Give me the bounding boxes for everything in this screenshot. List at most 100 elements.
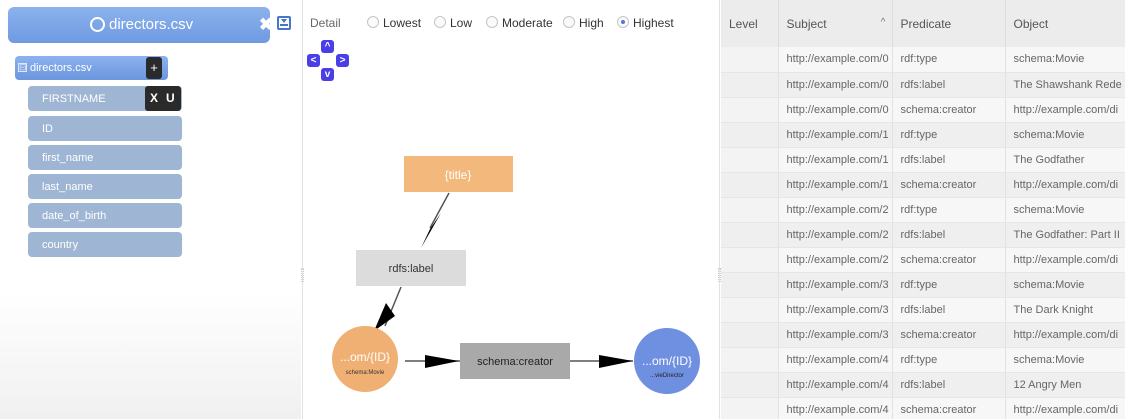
subject-node-type: schema:Movie [346, 370, 385, 376]
object-node-type: ...vieDirector [650, 373, 684, 379]
level-cell [721, 297, 779, 323]
table-row[interactable]: http://example.com/0 rdfs:label The Shawsh… [721, 72, 1125, 98]
object-cell: The Godfather [1005, 147, 1125, 173]
edge-arrowhead [425, 355, 459, 368]
predicate-cell: rdfs:label [892, 222, 1006, 248]
column-header-object[interactable]: Object [1005, 0, 1125, 47]
object-cell: schema:Movie [1005, 347, 1125, 373]
level-cell [721, 197, 779, 223]
column-header-subject[interactable]: Subject ^ [778, 0, 893, 47]
subject-cell: http://example.com/2 [778, 197, 893, 223]
object-cell: The Shawshank Rede [1005, 72, 1125, 98]
level-cell [721, 72, 779, 98]
table-body: http://example.com/0 rdf:type schema:Movie… [721, 47, 1125, 419]
source-label: directors.csv [30, 62, 92, 74]
field-controls: X U [145, 86, 181, 111]
predicate-cell: rdfs:label [892, 297, 1006, 323]
table-row[interactable]: http://example.com/1 schema:creator http:/… [721, 172, 1125, 198]
level-cell [721, 272, 779, 298]
predicate-cell: rdf:type [892, 122, 1006, 148]
table-row[interactable]: http://example.com/3 rdf:type schema:Movie [721, 272, 1125, 298]
table-row[interactable]: http://example.com/2 schema:creator http:/… [721, 247, 1125, 273]
dropdown-menu-icon[interactable] [277, 16, 291, 30]
predicate-cell: schema:creator [892, 322, 1006, 348]
level-cell [721, 222, 779, 248]
level-cell [721, 147, 779, 173]
predicate-cell: rdf:type [892, 197, 1006, 223]
object-node-label: ...om/{ID} [642, 354, 692, 368]
field-label: ID [42, 123, 53, 135]
edge-arrowhead [421, 213, 441, 248]
field-item[interactable]: ID [28, 116, 182, 141]
table-row[interactable]: http://example.com/4 rdfs:label 12 Angry M… [721, 372, 1125, 398]
table-row[interactable]: http://example.com/0 schema:creator http:/… [721, 97, 1125, 123]
object-cell: schema:Movie [1005, 47, 1125, 73]
object-cell: The Godfather: Part II [1005, 222, 1125, 248]
field-item[interactable]: date_of_birth [28, 203, 182, 228]
object-node[interactable]: ...om/{ID} ...vieDirector [634, 328, 700, 394]
subject-cell: http://example.com/1 [778, 172, 893, 198]
table-row[interactable]: http://example.com/4 rdf:type schema:Movie [721, 347, 1125, 373]
field-item[interactable]: country [28, 232, 182, 257]
table-row[interactable]: http://example.com/4 schema:creator http:/… [721, 397, 1125, 419]
level-cell [721, 172, 779, 198]
subject-cell: http://example.com/4 [778, 372, 893, 398]
level-cell [721, 322, 779, 348]
predicate-cell: rdf:type [892, 347, 1006, 373]
predicate-cell: rdfs:label [892, 147, 1006, 173]
column-header-predicate[interactable]: Predicate [892, 0, 1006, 47]
collapse-icon[interactable]: ⊟ [18, 63, 27, 72]
level-cell [721, 347, 779, 373]
close-icon[interactable]: ✖ [259, 16, 273, 33]
subject-node-label: ...om/{ID} [340, 350, 390, 364]
triples-table: Level Subject ^ Predicate Object http://e… [721, 0, 1125, 419]
level-cell [721, 372, 779, 398]
field-item[interactable]: last_name [28, 174, 182, 199]
triples-panel: Level Subject ^ Predicate Object http://e… [721, 0, 1125, 419]
object-cell: schema:Movie [1005, 197, 1125, 223]
subject-cell: http://example.com/4 [778, 397, 893, 419]
column-header-label: Subject [786, 16, 827, 31]
graph-panel: Detail Lowest Low Moderate High Highest … [302, 0, 720, 419]
object-cell: 12 Angry Men [1005, 372, 1125, 398]
table-row[interactable]: http://example.com/1 rdf:type schema:Movie [721, 122, 1125, 148]
predicate-cell: schema:creator [892, 247, 1006, 273]
predicate-box-label: schema:creator [477, 356, 553, 368]
add-field-button[interactable]: + [146, 57, 162, 79]
table-header-row: Level Subject ^ Predicate Object [721, 0, 1125, 47]
level-cell [721, 47, 779, 73]
table-row[interactable]: http://example.com/3 schema:creator http:/… [721, 322, 1125, 348]
predicate-box-label: rdfs:label [389, 263, 434, 275]
predicate-cell: schema:creator [892, 97, 1006, 123]
table-row[interactable]: http://example.com/0 rdf:type schema:Movie [721, 47, 1125, 73]
subject-cell: http://example.com/0 [778, 97, 893, 123]
unmap-field-button[interactable]: U [166, 91, 175, 105]
table-row[interactable]: http://example.com/1 rdfs:label The Godfat… [721, 147, 1125, 173]
predicate-cell: schema:creator [892, 397, 1006, 419]
field-item[interactable]: first_name [28, 145, 182, 170]
table-row[interactable]: http://example.com/2 rdf:type schema:Movie [721, 197, 1125, 223]
column-header-level[interactable]: Level [721, 0, 779, 47]
predicate-node-label[interactable]: rdfs:label [356, 250, 466, 286]
table-row[interactable]: http://example.com/2 rdfs:label The Godfat… [721, 222, 1125, 248]
title-node[interactable]: {title} [404, 156, 513, 192]
table-row[interactable]: http://example.com/3 rdfs:label The Dark K… [721, 297, 1125, 323]
field-label: FIRSTNAME [42, 93, 106, 105]
subject-cell: http://example.com/0 [778, 72, 893, 98]
object-cell: schema:Movie [1005, 272, 1125, 298]
level-cell [721, 122, 779, 148]
sort-ascending-icon[interactable]: ^ [881, 17, 886, 28]
level-cell [721, 397, 779, 419]
file-header[interactable]: directors.csv ✖ [8, 7, 273, 43]
predicate-cell: rdf:type [892, 47, 1006, 73]
subject-node[interactable]: ...om/{ID} schema:Movie [332, 326, 398, 392]
predicate-node-creator[interactable]: schema:creator [460, 343, 570, 379]
left-splitter-handle[interactable] [301, 268, 304, 282]
source-panel: directors.csv ✖ ⊟ directors.csv + FIRSTN… [0, 0, 301, 419]
subject-cell: http://example.com/4 [778, 347, 893, 373]
object-cell: The Dark Knight [1005, 297, 1125, 323]
delete-field-button[interactable]: X [150, 91, 158, 105]
edge-arrowhead [374, 303, 395, 331]
subject-cell: http://example.com/1 [778, 122, 893, 148]
predicate-cell: schema:creator [892, 172, 1006, 198]
